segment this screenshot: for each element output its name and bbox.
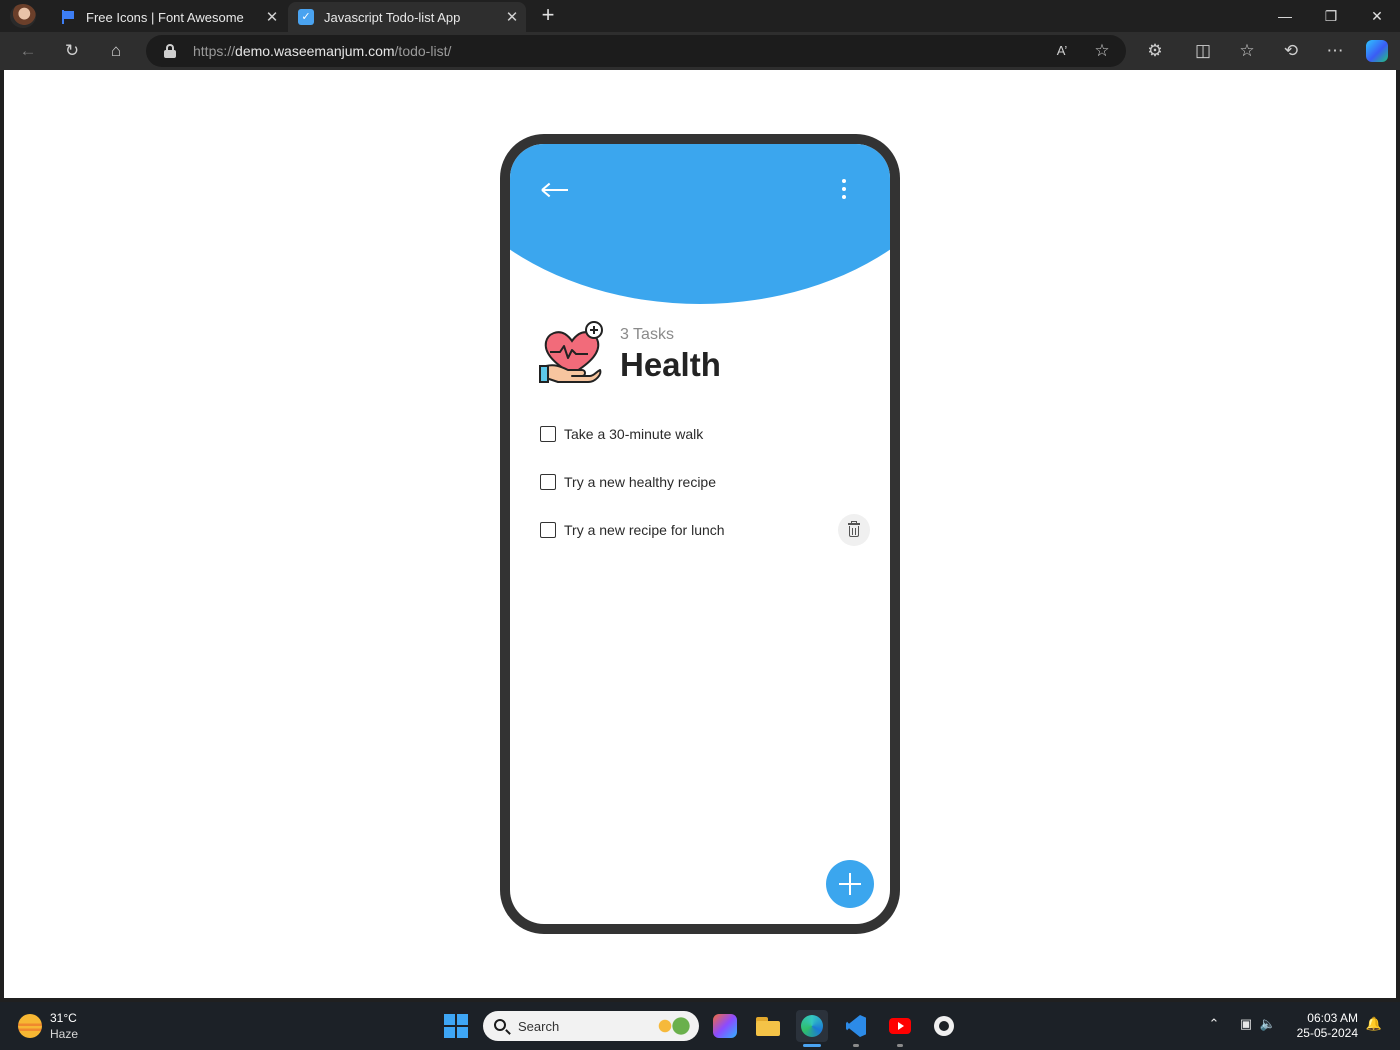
url-path: /todo-list/ (394, 43, 452, 59)
todo-checkbox[interactable] (540, 474, 556, 490)
more-options-button[interactable]: ⋯ (1321, 37, 1349, 65)
heart-in-hand-icon (539, 321, 603, 383)
copilot-icon[interactable] (1366, 40, 1388, 62)
flag-icon (60, 9, 76, 25)
taskbar: 31°C Haze Search ⌃ ▣ 🔈 06:03 AM 25-05-20… (0, 1002, 1400, 1050)
tab-title: Free Icons | Font Awesome (86, 9, 244, 25)
extensions-button[interactable]: ⚙ (1141, 37, 1169, 65)
favorites-button[interactable]: ☆ (1233, 37, 1261, 65)
phone-frame: 3 Tasks Health Take a 30-minute walk Try… (500, 134, 900, 934)
tab-todo-app[interactable]: ✓ Javascript Todo-list App ✕ (288, 2, 526, 32)
address-bar[interactable]: https://demo.waseemanjum.com/todo-list/ … (146, 35, 1126, 67)
close-icon[interactable]: ✕ (258, 8, 286, 26)
category-title: Health (620, 346, 721, 383)
new-tab-button[interactable]: + (536, 4, 560, 28)
active-indicator (803, 1044, 821, 1047)
todo-text: Try a new healthy recipe (564, 474, 716, 490)
restore-button[interactable]: ❐ (1308, 0, 1354, 32)
running-indicator (897, 1044, 903, 1047)
history-button[interactable]: ⟲ (1277, 37, 1305, 65)
weather-temp[interactable]: 31°C (50, 1011, 77, 1025)
search-placeholder: Search (518, 1019, 560, 1034)
split-screen-button[interactable]: ◫ (1189, 37, 1217, 65)
notification-bell-icon[interactable]: 🔔 (1364, 1016, 1384, 1032)
todo-item[interactable]: Try a new healthy recipe (540, 464, 870, 500)
read-aloud-button[interactable]: A’ (1048, 37, 1076, 65)
tab-title: Javascript Todo-list App (324, 9, 461, 25)
close-icon[interactable]: ✕ (498, 8, 526, 26)
chevron-up-icon[interactable]: ⌃ (1204, 1016, 1224, 1032)
search-highlight-icon (653, 1016, 693, 1036)
url-host: demo.waseemanjum.com (235, 43, 395, 59)
taskbar-search[interactable]: Search (483, 1011, 699, 1041)
back-arrow-icon[interactable] (540, 178, 570, 202)
browser-toolbar: ← ↻ ⌂ https://demo.waseemanjum.com/todo-… (0, 32, 1400, 70)
todo-checkbox[interactable] (540, 522, 556, 538)
url-text[interactable]: https://demo.waseemanjum.com/todo-list/ (193, 43, 451, 59)
network-icon[interactable]: ▣ (1236, 1016, 1256, 1032)
youtube-icon[interactable] (884, 1010, 916, 1042)
more-vertical-icon[interactable] (830, 176, 858, 204)
edge-icon[interactable] (796, 1010, 828, 1042)
volume-icon[interactable]: 🔈 (1258, 1016, 1278, 1032)
microsoft-365-icon[interactable] (713, 1014, 737, 1038)
page-viewport: 3 Tasks Health Take a 30-minute walk Try… (4, 70, 1396, 998)
clock-date: 25-05-2024 (1296, 1026, 1358, 1040)
favorite-star-button[interactable]: ☆ (1088, 37, 1116, 65)
checkbox-icon: ✓ (298, 9, 314, 25)
task-count: 3 Tasks (620, 326, 674, 343)
todo-text: Take a 30-minute walk (564, 426, 704, 442)
add-todo-button[interactable] (826, 860, 874, 908)
running-indicator (853, 1044, 859, 1047)
windows-start-icon[interactable] (444, 1014, 468, 1038)
header-background (510, 144, 890, 304)
clock-time: 06:03 AM (1307, 1011, 1358, 1025)
weather-condition[interactable]: Haze (50, 1027, 78, 1041)
file-explorer-icon[interactable] (752, 1010, 784, 1042)
tab-font-awesome[interactable]: Free Icons | Font Awesome ✕ (50, 2, 286, 32)
todo-item[interactable]: Take a 30-minute walk (540, 416, 870, 452)
home-button[interactable]: ⌂ (102, 37, 130, 65)
vscode-icon[interactable] (840, 1010, 872, 1042)
profile-avatar[interactable] (10, 4, 36, 28)
lock-icon[interactable] (164, 44, 176, 58)
tab-strip: Free Icons | Font Awesome ✕ ✓ Javascript… (0, 0, 1400, 32)
todo-checkbox[interactable] (540, 426, 556, 442)
minimize-button[interactable]: — (1262, 0, 1308, 32)
github-icon[interactable] (928, 1010, 960, 1042)
todo-item[interactable]: Try a new recipe for lunch (540, 512, 870, 548)
app-screen: 3 Tasks Health Take a 30-minute walk Try… (510, 144, 890, 924)
system-clock[interactable]: 06:03 AM 25-05-2024 (1290, 1011, 1358, 1041)
todo-text: Try a new recipe for lunch (564, 522, 725, 538)
close-window-button[interactable]: ✕ (1354, 0, 1400, 32)
url-scheme: https:// (193, 43, 236, 59)
weather-haze-icon[interactable] (18, 1014, 42, 1038)
trash-icon[interactable] (838, 514, 870, 546)
back-button[interactable]: ← (14, 37, 42, 65)
reload-button[interactable]: ↻ (58, 37, 86, 65)
search-icon (494, 1019, 506, 1031)
